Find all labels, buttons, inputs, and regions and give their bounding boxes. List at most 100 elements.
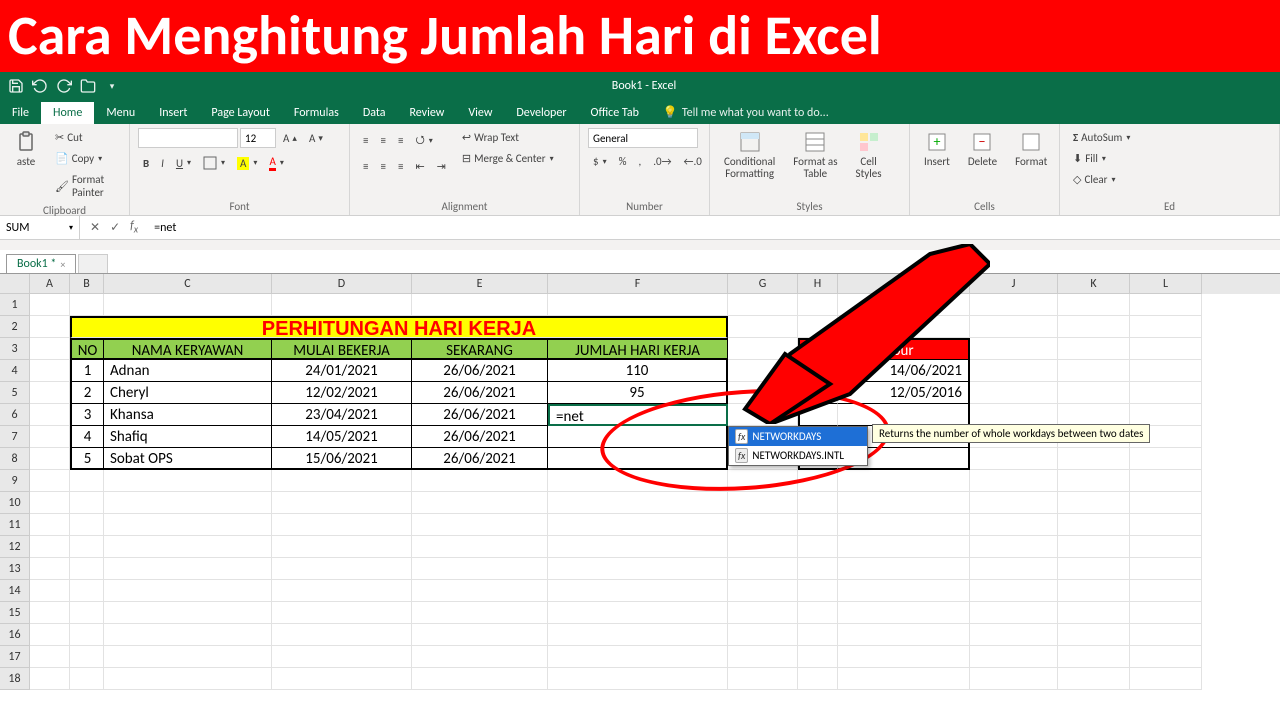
cell[interactable] — [412, 294, 548, 316]
cell[interactable] — [838, 580, 970, 602]
cell[interactable] — [548, 668, 728, 690]
tab-developer[interactable]: Developer — [504, 102, 578, 124]
cell[interactable] — [1130, 316, 1202, 338]
enter-formula-button[interactable]: ✓ — [110, 220, 120, 235]
cell[interactable]: =net — [548, 404, 728, 426]
cell[interactable]: 26/06/2021 — [412, 448, 548, 470]
cell[interactable] — [798, 602, 838, 624]
cell[interactable] — [1130, 536, 1202, 558]
cell[interactable]: JUMLAH HARI KERJA — [548, 338, 728, 360]
row-header[interactable]: 15 — [0, 602, 30, 624]
autocomplete-option[interactable]: fxNETWORKDAYS.INTL — [729, 446, 867, 465]
col-header[interactable]: G — [728, 274, 798, 294]
cell[interactable]: PERHITUNGAN HARI KERJA — [70, 316, 728, 338]
align-bottom-button[interactable]: ≡ — [393, 131, 408, 150]
cell[interactable] — [838, 624, 970, 646]
cell[interactable]: 1 — [70, 360, 104, 382]
number-format-select[interactable] — [588, 128, 698, 148]
cell[interactable] — [970, 668, 1058, 690]
row-header[interactable]: 10 — [0, 492, 30, 514]
cell[interactable] — [798, 558, 838, 580]
tab-review[interactable]: Review — [397, 102, 456, 124]
cell[interactable] — [412, 492, 548, 514]
row-header[interactable]: 5 — [0, 382, 30, 404]
cell[interactable] — [272, 536, 412, 558]
format-painter-button[interactable]: 🖌Format Painter — [50, 170, 121, 202]
col-header[interactable]: D — [272, 274, 412, 294]
cell[interactable] — [30, 514, 70, 536]
align-left-button[interactable]: ≡ — [358, 157, 373, 176]
orientation-button[interactable]: ⭯▾ — [410, 128, 437, 153]
cell[interactable] — [104, 580, 272, 602]
col-header[interactable]: K — [1058, 274, 1130, 294]
cell[interactable] — [548, 536, 728, 558]
cell[interactable] — [970, 646, 1058, 668]
cell[interactable] — [104, 294, 272, 316]
cell[interactable] — [970, 470, 1058, 492]
decrease-indent-button[interactable]: ⇤ — [410, 157, 429, 176]
cell[interactable] — [30, 426, 70, 448]
accounting-button[interactable]: $▾ — [588, 152, 612, 171]
row-header[interactable]: 11 — [0, 514, 30, 536]
cell[interactable] — [272, 624, 412, 646]
cell[interactable] — [30, 668, 70, 690]
increase-indent-button[interactable]: ⇥ — [432, 157, 451, 176]
autosum-button[interactable]: Σ AutoSum▾ — [1068, 128, 1135, 147]
cell[interactable]: 26/06/2021 — [412, 426, 548, 448]
cell[interactable] — [1058, 404, 1130, 426]
cell[interactable] — [728, 646, 798, 668]
cell[interactable] — [728, 558, 798, 580]
col-header[interactable]: J — [970, 274, 1058, 294]
autocomplete-option[interactable]: fxNETWORKDAYS — [729, 427, 867, 446]
cell[interactable]: 23/04/2021 — [272, 404, 412, 426]
cell[interactable] — [838, 492, 970, 514]
cell[interactable] — [104, 668, 272, 690]
cell[interactable] — [970, 602, 1058, 624]
cell[interactable] — [70, 294, 104, 316]
cell[interactable] — [272, 294, 412, 316]
conditional-formatting-button[interactable]: Conditional Formatting — [718, 128, 781, 182]
cell[interactable]: SEKARANG — [412, 338, 548, 360]
cell[interactable]: 26/06/2021 — [412, 360, 548, 382]
cell[interactable] — [728, 294, 798, 316]
cell[interactable]: 26/06/2021 — [412, 404, 548, 426]
cell[interactable] — [1130, 448, 1202, 470]
cell[interactable] — [1130, 338, 1202, 360]
cell[interactable] — [412, 668, 548, 690]
save-icon[interactable] — [8, 78, 24, 94]
cell[interactable] — [104, 602, 272, 624]
cell[interactable] — [1130, 294, 1202, 316]
cell[interactable]: 3 — [70, 404, 104, 426]
cell[interactable] — [838, 602, 970, 624]
cell[interactable] — [70, 470, 104, 492]
cell[interactable]: 5 — [70, 448, 104, 470]
percent-button[interactable]: % — [614, 152, 632, 171]
cell[interactable] — [970, 294, 1058, 316]
close-icon[interactable]: × — [60, 258, 65, 271]
cell[interactable]: Adnan — [104, 360, 272, 382]
decrease-decimal-button[interactable]: ←.0 — [679, 152, 707, 171]
merge-center-button[interactable]: ⊟Merge & Center▾ — [457, 149, 559, 168]
cell[interactable]: 24/01/2021 — [272, 360, 412, 382]
cell[interactable] — [104, 514, 272, 536]
cell[interactable] — [70, 558, 104, 580]
workbook-tab-book1[interactable]: Book1 *× — [6, 254, 76, 273]
cell[interactable] — [798, 580, 838, 602]
cell[interactable]: Cheryl — [104, 382, 272, 404]
cell[interactable] — [970, 558, 1058, 580]
cell[interactable] — [1130, 382, 1202, 404]
cell[interactable] — [728, 404, 798, 426]
cell[interactable] — [970, 580, 1058, 602]
bold-button[interactable]: B — [138, 154, 154, 173]
cell[interactable] — [104, 492, 272, 514]
cell[interactable] — [1058, 470, 1130, 492]
cell[interactable] — [970, 316, 1058, 338]
cell[interactable]: Khansa — [104, 404, 272, 426]
cell[interactable] — [728, 382, 798, 404]
col-header[interactable]: H — [798, 274, 838, 294]
cell[interactable]: 26/06/2021 — [412, 382, 548, 404]
format-cells-button[interactable]: Format — [1009, 128, 1053, 170]
cell[interactable] — [30, 624, 70, 646]
cell[interactable] — [1058, 558, 1130, 580]
cell[interactable] — [412, 558, 548, 580]
